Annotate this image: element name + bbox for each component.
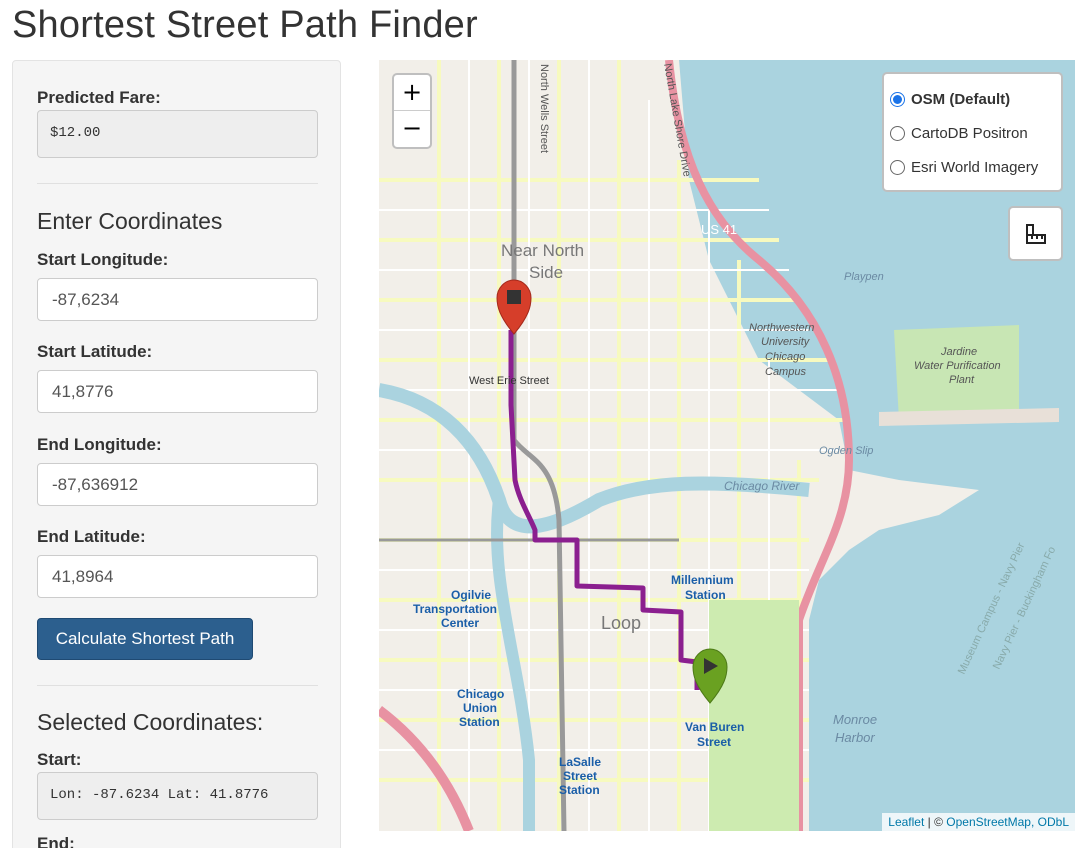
ruler-icon xyxy=(1025,223,1046,244)
map-label: Chicago xyxy=(457,687,504,701)
divider xyxy=(37,685,318,686)
map-label: North Wells Street xyxy=(538,64,550,153)
map-label: Harbor xyxy=(835,730,875,745)
end-longitude-label: End Longitude: xyxy=(37,435,162,454)
end-latitude-label: End Latitude: xyxy=(37,527,146,546)
end-latitude-input[interactable] xyxy=(37,555,318,598)
zoom-out-button[interactable]: − xyxy=(394,111,430,147)
measure-button[interactable] xyxy=(1008,206,1063,261)
enter-coordinates-heading: Enter Coordinates xyxy=(37,208,223,234)
map-view[interactable]: Near North Side Loop West Erie Street US… xyxy=(379,60,1075,831)
radio-icon[interactable] xyxy=(890,125,905,141)
selected-coordinates-heading: Selected Coordinates: xyxy=(37,709,264,735)
map-label: Near North xyxy=(501,241,584,260)
map-label: Chicago xyxy=(765,351,805,363)
fare-label: Predicted Fare: xyxy=(37,88,161,107)
map-label: Transportation xyxy=(413,602,497,616)
radio-selected-icon[interactable] xyxy=(890,91,905,107)
map-label: Plant xyxy=(949,374,975,386)
layer-option-esri[interactable]: Esri World Imagery xyxy=(890,150,1055,184)
map-label: Monroe xyxy=(833,712,877,727)
attribution-separator: | © xyxy=(924,815,947,829)
zoom-in-button[interactable]: + xyxy=(394,75,430,111)
start-longitude-label: Start Longitude: xyxy=(37,250,169,269)
map-label: Side xyxy=(529,263,563,282)
map-label: Water Purification xyxy=(914,360,1001,372)
map-label: Union xyxy=(463,701,497,715)
map-label: LaSalle xyxy=(559,755,601,769)
layer-option-osm[interactable]: OSM (Default) xyxy=(890,82,1055,116)
page-title: Shortest Street Path Finder xyxy=(12,4,478,46)
layer-switcher: OSM (Default) CartoDB Positron Esri Worl… xyxy=(882,72,1063,192)
map-attribution: Leaflet | © OpenStreetMap, ODbL xyxy=(882,813,1075,831)
map-label: Street xyxy=(697,735,731,749)
map-label: University xyxy=(761,336,811,348)
layer-option-cartodb[interactable]: CartoDB Positron xyxy=(890,116,1055,150)
end-marker[interactable] xyxy=(496,279,532,335)
map-label: Street xyxy=(563,769,597,783)
start-label: Start: xyxy=(37,750,82,769)
map-label: Northwestern xyxy=(749,322,814,334)
map-label: Ogden Slip xyxy=(819,445,873,457)
map-label: Ogilvie xyxy=(451,588,491,602)
map-label: Van Buren xyxy=(685,720,744,734)
map-label: Chicago River xyxy=(724,479,800,493)
map-label: Loop xyxy=(601,613,641,633)
map-label: Station xyxy=(685,588,726,602)
calculate-shortest-path-button[interactable]: Calculate Shortest Path xyxy=(37,618,253,660)
map-label: Millennium xyxy=(671,573,734,587)
chicago-river xyxy=(379,383,810,534)
map-label: US 41 xyxy=(701,222,737,237)
layer-label: Esri World Imagery xyxy=(911,158,1039,176)
start-latitude-label: Start Latitude: xyxy=(37,342,153,361)
start-coordinates-output: Lon: -87.6234 Lat: 41.8776 xyxy=(37,772,318,820)
end-longitude-input[interactable] xyxy=(37,463,318,506)
grant-park xyxy=(709,600,799,831)
map-label: Center xyxy=(441,616,479,630)
map-label: Station xyxy=(559,783,600,797)
sidebar-panel: Predicted Fare: $12.00 Enter Coordinates… xyxy=(12,60,341,848)
radio-icon[interactable] xyxy=(890,159,905,175)
map-label: West Erie Street xyxy=(469,375,549,387)
stop-icon xyxy=(507,290,521,304)
layer-label: CartoDB Positron xyxy=(911,124,1028,142)
odbl-link[interactable]: , ODbL xyxy=(1031,815,1069,829)
start-latitude-input[interactable] xyxy=(37,370,318,413)
divider xyxy=(37,183,318,184)
start-longitude-input[interactable] xyxy=(37,278,318,321)
expressway xyxy=(379,706,474,831)
map-label: Station xyxy=(459,715,500,729)
zoom-control: + − xyxy=(392,73,432,149)
leaflet-link[interactable]: Leaflet xyxy=(888,815,924,829)
layer-label: OSM (Default) xyxy=(911,90,1011,108)
fare-output: $12.00 xyxy=(37,110,318,158)
map-label: Jardine xyxy=(940,346,977,358)
map-label: Playpen xyxy=(844,271,884,283)
jardine-plant xyxy=(894,325,1019,420)
end-label: End: xyxy=(37,834,75,848)
map-label: Campus xyxy=(765,366,806,378)
osm-link[interactable]: OpenStreetMap xyxy=(946,815,1031,829)
